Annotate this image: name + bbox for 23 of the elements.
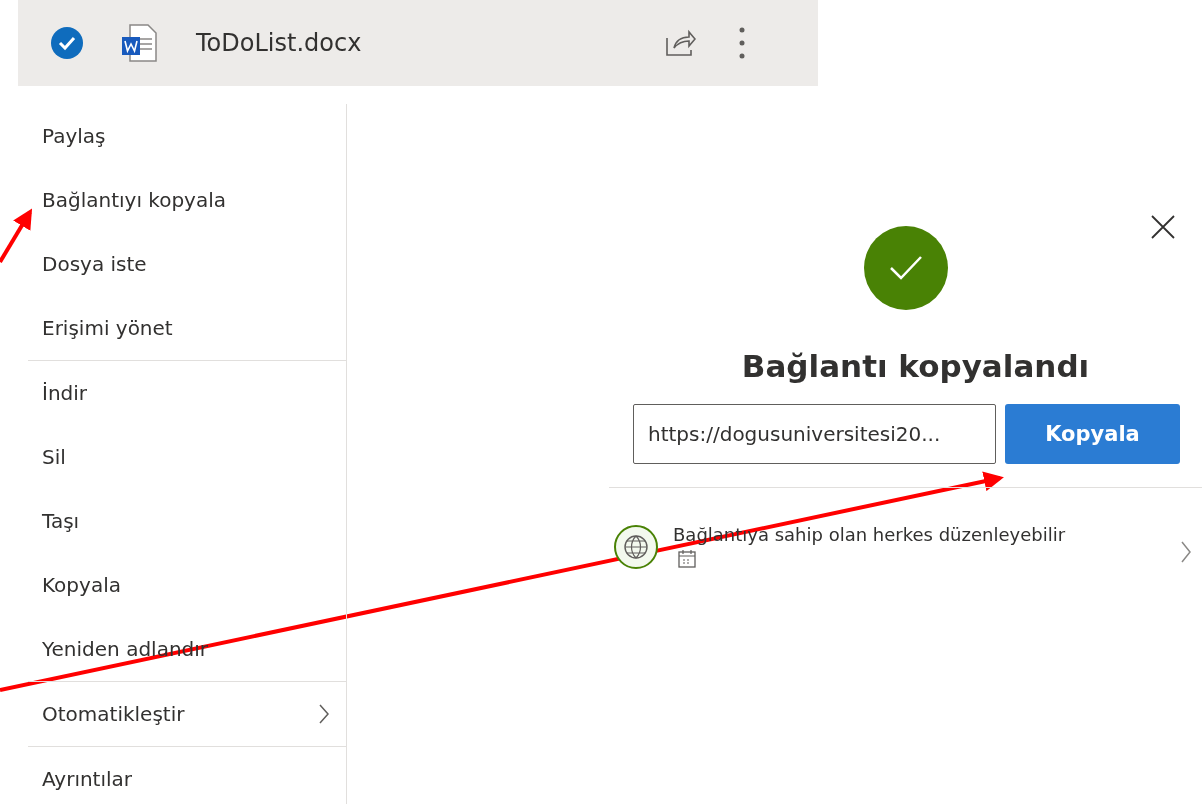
share-icon[interactable] [664, 28, 696, 58]
dialog-title: Bağlantı kopyalandı [740, 348, 1091, 384]
checkmark-icon[interactable] [50, 26, 84, 60]
menu-item[interactable]: Bağlantıyı kopyala [28, 168, 346, 232]
annotation-arrow [0, 208, 33, 264]
file-name: ToDoList.docx [196, 29, 363, 57]
chevron-right-icon[interactable] [1180, 540, 1192, 564]
link-field[interactable]: https://dogusuniversitesi20... [633, 404, 996, 464]
menu-item[interactable]: Kopyala [28, 553, 346, 617]
more-options-icon[interactable] [738, 26, 746, 60]
menu-item[interactable]: İndir [28, 361, 346, 425]
calendar-icon [677, 549, 697, 569]
menu-item[interactable]: Taşı [28, 489, 346, 553]
menu-item[interactable]: Sil [28, 425, 346, 489]
close-button[interactable] [1150, 214, 1176, 240]
menu-item[interactable]: Erişimi yönet [28, 296, 346, 360]
globe-icon [613, 524, 659, 570]
word-document-icon [120, 23, 158, 63]
menu-item[interactable]: Dosya iste [28, 232, 346, 296]
copy-button[interactable]: Kopyala [1005, 404, 1180, 464]
menu-item[interactable]: Paylaş [28, 104, 346, 168]
menu-item[interactable]: Ayrıntılar [28, 747, 346, 804]
menu-item[interactable]: Otomatikleştir [28, 682, 346, 746]
